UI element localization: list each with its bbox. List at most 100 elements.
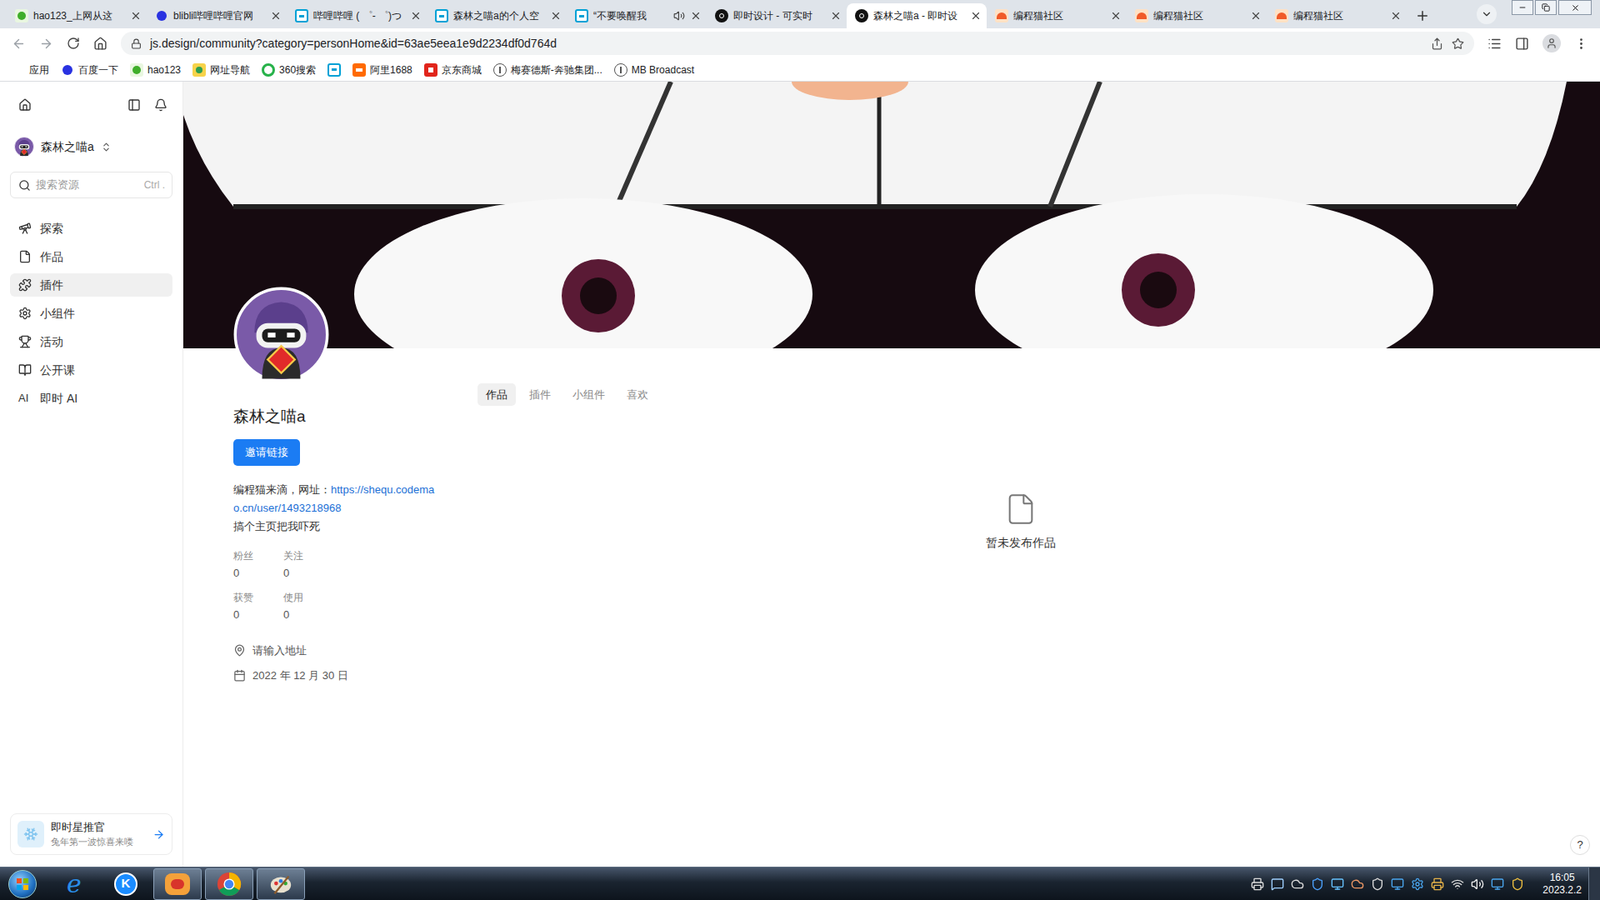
taskbar-app[interactable]: e xyxy=(50,868,99,900)
new-tab-icon[interactable] xyxy=(1415,8,1430,24)
content-tab[interactable]: 插件 xyxy=(520,383,560,406)
forward-icon[interactable] xyxy=(39,36,54,51)
sidebar-item[interactable]: 插件 xyxy=(10,273,173,297)
bookmark-star-icon[interactable] xyxy=(1451,37,1465,50)
browser-tab[interactable]: 即时设计 - 可实时 xyxy=(706,3,847,29)
bell-icon[interactable] xyxy=(154,98,168,112)
bookmark[interactable]: 网址导航 xyxy=(192,62,250,78)
help-icon[interactable] xyxy=(1270,877,1285,891)
browser-tab[interactable]: 编程猫社区 xyxy=(1126,3,1267,29)
promo-card[interactable]: 即时星推官兔年第一波惊喜来喽 xyxy=(10,813,173,855)
restore-button[interactable] xyxy=(1535,0,1557,15)
clock[interactable]: 16:052023.2.2 xyxy=(1535,871,1589,897)
speaker-icon[interactable] xyxy=(673,10,685,22)
shield-icon[interactable] xyxy=(1370,877,1385,891)
browser-tab[interactable]: “不要唤醒我 xyxy=(566,3,707,29)
search-field[interactable]: 搜索资源Ctrl . xyxy=(10,171,173,199)
close-tab-icon[interactable] xyxy=(550,10,562,22)
side-panel-icon[interactable] xyxy=(1515,36,1530,51)
cover-image xyxy=(183,81,1600,349)
help-button[interactable]: ? xyxy=(1570,835,1590,855)
bookmark[interactable]: 梅赛德斯-奔驰集团... xyxy=(493,62,603,78)
browser-tab[interactable]: 森林之喵a的个人空 xyxy=(426,3,567,29)
sidebar-item-label: 探索 xyxy=(40,220,64,238)
sidebar-item[interactable]: 小组件 xyxy=(10,301,173,325)
collapse-sidebar-icon[interactable] xyxy=(127,98,141,112)
browser-tab[interactable]: 哔哩哔哩 ( ゜- ゜)つ xyxy=(286,3,427,29)
arrow-right-icon xyxy=(152,828,165,841)
close-tab-icon[interactable] xyxy=(1250,10,1262,22)
folder-icon[interactable] xyxy=(1430,877,1445,891)
home-icon[interactable] xyxy=(18,98,32,112)
stat-label: 使用 xyxy=(283,589,334,606)
address-bar[interactable]: js.design/community?category=personHome&… xyxy=(120,31,1475,55)
bookmark[interactable]: 京东商城 xyxy=(424,62,482,78)
menu-icon[interactable] xyxy=(1574,36,1589,51)
bio-link[interactable]: https://shequ.codemao.cn/user/1493218968 xyxy=(233,483,435,515)
printer-icon[interactable] xyxy=(1250,877,1265,891)
bookmark[interactable]: 360搜索 xyxy=(261,62,316,78)
bookmark[interactable] xyxy=(327,63,341,77)
sidebar-item[interactable]: 活动 xyxy=(10,330,173,354)
browser-tab[interactable]: blibli哔哩哔哩官网 xyxy=(146,3,287,29)
weather-icon[interactable] xyxy=(1350,877,1365,891)
settings-icon[interactable] xyxy=(1410,877,1425,891)
tab-title: blibli哔哩哔哩官网 xyxy=(173,8,265,24)
bookmark[interactable]: 阿里1688 xyxy=(352,62,413,78)
taskbar-app[interactable] xyxy=(256,868,305,900)
security-icon[interactable] xyxy=(1310,877,1325,891)
taskbar-apps: eK xyxy=(50,868,305,900)
sidebar-item-label: 活动 xyxy=(40,333,64,351)
cloud-icon[interactable] xyxy=(1290,877,1305,891)
close-tab-icon[interactable] xyxy=(410,10,422,22)
home-button-icon[interactable] xyxy=(93,36,108,51)
bookmark[interactable]: MB Broadcast xyxy=(614,62,695,78)
start-button[interactable] xyxy=(0,867,45,900)
sidebar-item[interactable]: AI即时 AI xyxy=(10,386,173,410)
close-tab-icon[interactable] xyxy=(130,10,142,22)
tab-search-button[interactable] xyxy=(1476,4,1497,25)
browser-tab[interactable]: 森林之喵a - 即时设 xyxy=(846,3,987,29)
reload-icon[interactable] xyxy=(66,36,80,50)
close-tab-icon[interactable] xyxy=(270,10,282,22)
team-switcher[interactable]: 森林之喵a xyxy=(0,136,183,157)
profile-button[interactable] xyxy=(1542,34,1561,53)
taskbar-app[interactable]: K xyxy=(101,868,150,900)
browser-tab[interactable]: hao123_上网从这 xyxy=(6,3,147,29)
content-tab[interactable]: 小组件 xyxy=(564,383,614,406)
bookmark[interactable]: 应用 xyxy=(11,62,50,78)
invite-link-button[interactable]: 邀请链接 xyxy=(233,439,300,466)
taskbar-app[interactable] xyxy=(153,868,202,900)
empty-state: 暂未发布作品 xyxy=(441,492,1600,552)
reading-list-icon[interactable] xyxy=(1487,36,1502,51)
avatar-image xyxy=(233,286,330,383)
volume-icon[interactable] xyxy=(1470,877,1485,891)
share-icon[interactable] xyxy=(1430,37,1444,50)
bookmark[interactable]: 百度一下 xyxy=(60,62,119,78)
tab-title: 森林之喵a - 即时设 xyxy=(873,8,965,24)
minimize-button[interactable] xyxy=(1511,0,1534,15)
close-tab-icon[interactable] xyxy=(830,10,842,22)
close-tab-icon[interactable] xyxy=(690,10,702,22)
content-tab[interactable]: 作品 xyxy=(477,383,516,406)
browser-tab[interactable]: 编程猫社区 xyxy=(1266,3,1407,29)
display-icon[interactable] xyxy=(1330,877,1345,891)
content-tab[interactable]: 喜欢 xyxy=(618,383,657,406)
network-icon[interactable] xyxy=(1450,877,1465,891)
antivirus-icon[interactable] xyxy=(1510,877,1525,891)
back-icon[interactable] xyxy=(11,36,26,51)
close-window-button[interactable] xyxy=(1558,0,1592,15)
show-desktop-button[interactable] xyxy=(1588,867,1600,900)
browser-tab[interactable]: 编程猫社区 xyxy=(986,3,1127,29)
close-tab-icon[interactable] xyxy=(1110,10,1122,22)
close-tab-icon[interactable] xyxy=(1390,10,1402,22)
taskbar-app[interactable] xyxy=(205,868,254,900)
action-center-icon[interactable] xyxy=(1490,877,1505,891)
sidebar-item[interactable]: 公开课 xyxy=(10,358,173,382)
bookmark[interactable]: hao123 xyxy=(130,62,181,78)
sidebar-item[interactable]: 探索 xyxy=(10,216,173,240)
screen-icon[interactable] xyxy=(1390,877,1405,891)
location-row[interactable]: 请输入地址 xyxy=(233,642,442,660)
sidebar-item[interactable]: 作品 xyxy=(10,245,173,269)
close-tab-icon[interactable] xyxy=(970,10,982,22)
